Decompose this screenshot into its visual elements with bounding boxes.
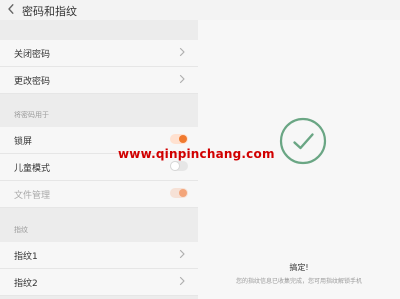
toggle-thumb	[171, 162, 179, 170]
toggle-thumb	[179, 189, 187, 197]
file-manager-toggle	[170, 188, 188, 198]
change-password-label: 更改密码	[14, 77, 51, 87]
lock-screen-toggle[interactable]	[170, 134, 188, 144]
top-bar: 密码和指纹	[0, 0, 400, 20]
success-title: 搞定!	[289, 263, 309, 272]
kids-mode-toggle[interactable]	[170, 161, 188, 171]
chevron-right-icon	[179, 276, 185, 286]
close-password-label: 关闭密码	[14, 50, 51, 60]
watermark-text: www.qinpinchang.com	[118, 147, 275, 161]
success-description: 您的指纹信息已收集完成，您可用指纹解锁手机	[235, 278, 362, 285]
fingerprint-2-row[interactable]: 指纹2	[0, 269, 198, 296]
chevron-right-icon	[179, 74, 185, 84]
chevron-right-icon	[179, 47, 185, 57]
change-password-row[interactable]: 更改密码	[0, 67, 198, 94]
close-password-row[interactable]: 关闭密码	[0, 40, 198, 67]
toggle-thumb	[179, 135, 187, 143]
fingerprint-1-label: 指纹1	[14, 252, 38, 262]
fingerprint-section-label: 指纹	[14, 226, 28, 234]
chevron-right-icon	[179, 249, 185, 259]
file-manager-row: 文件管理	[0, 181, 198, 208]
file-manager-label: 文件管理	[14, 191, 51, 201]
back-icon[interactable]	[4, 2, 18, 16]
page-title: 密码和指纹	[22, 5, 77, 18]
check-circle-icon	[279, 117, 327, 165]
kids-mode-label: 儿童模式	[14, 164, 51, 174]
usage-section-label: 将密码用于	[14, 111, 49, 119]
fingerprint-2-label: 指纹2	[14, 279, 38, 289]
fingerprint-1-row[interactable]: 指纹1	[0, 242, 198, 269]
lock-screen-label: 锁屏	[14, 137, 33, 147]
